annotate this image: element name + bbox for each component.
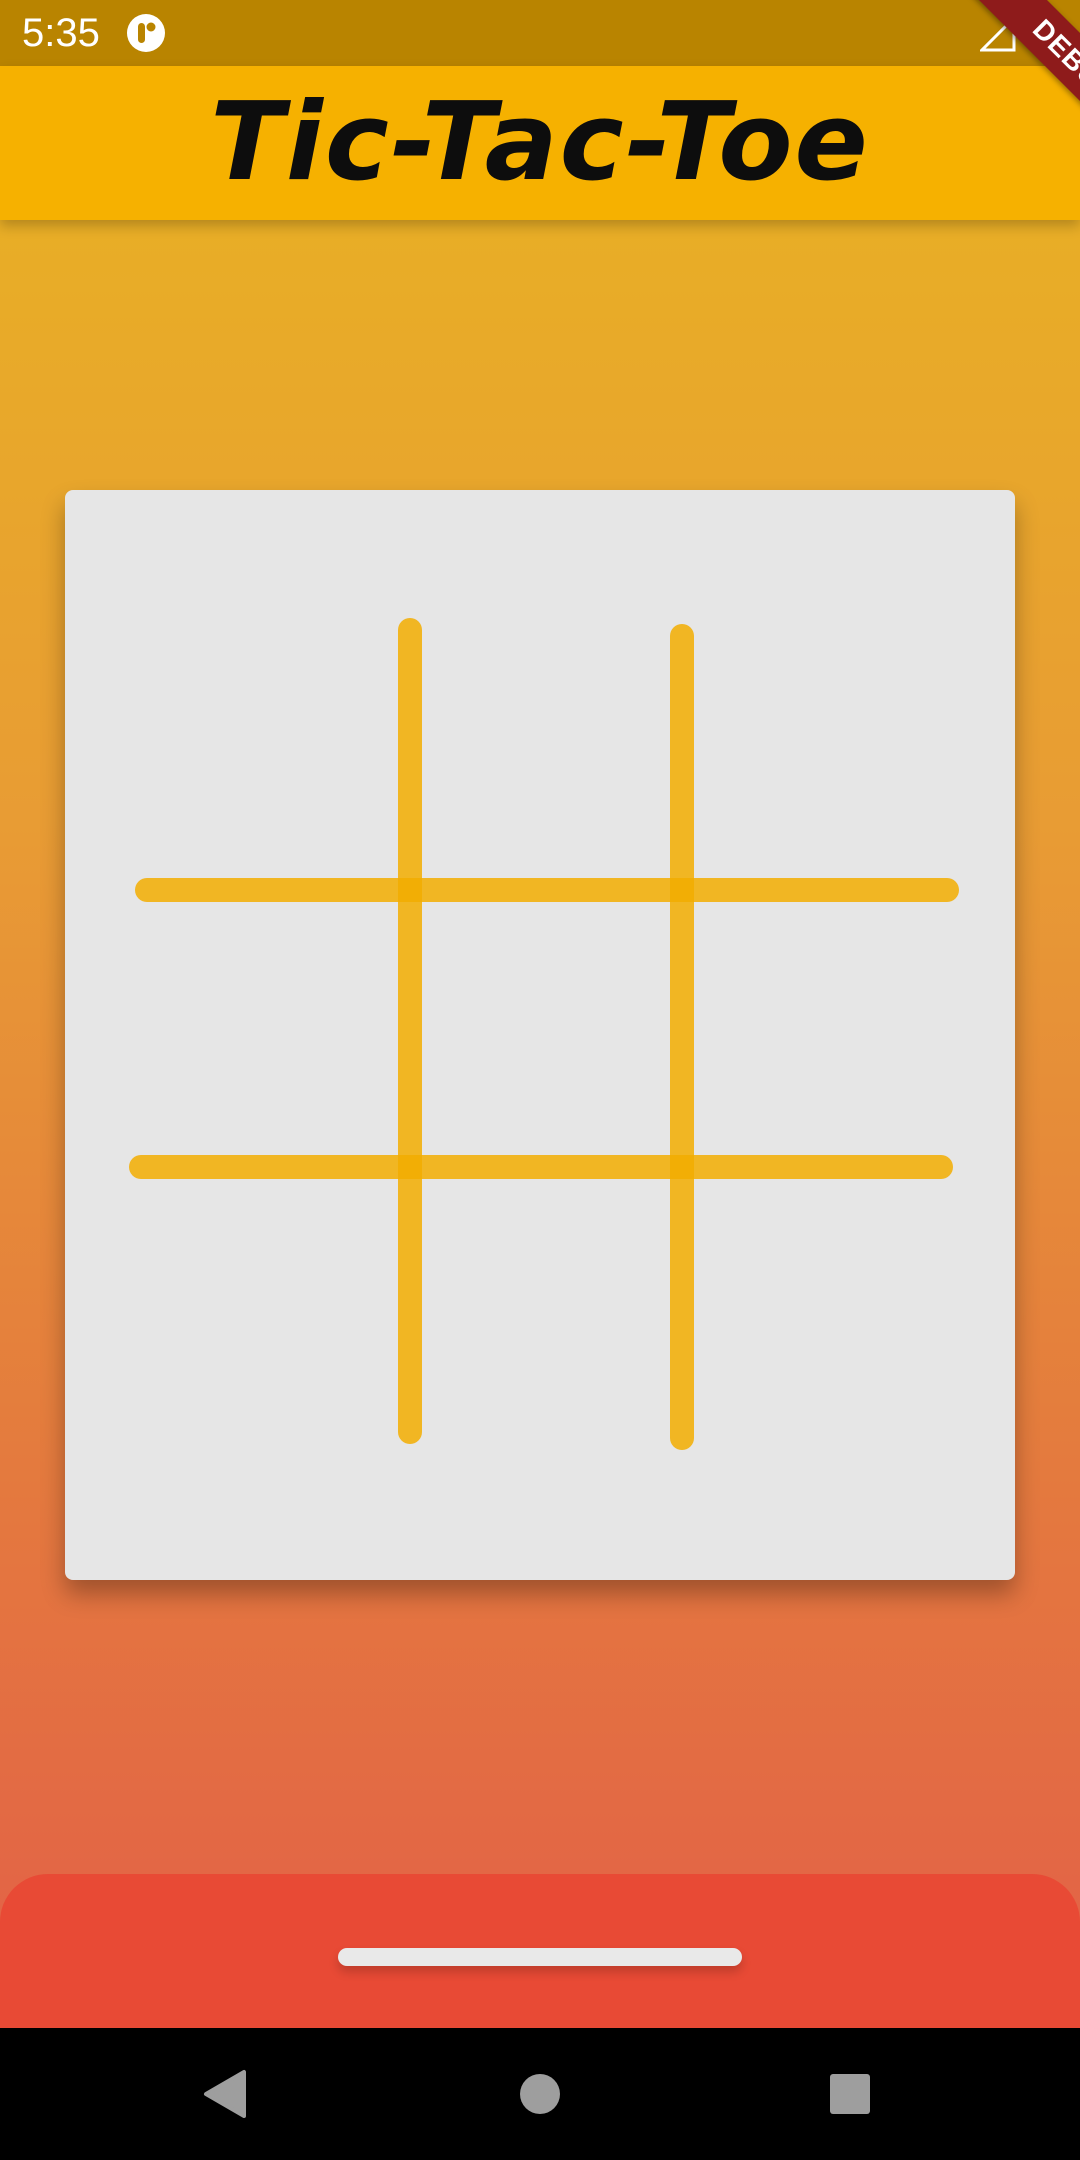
recents-icon[interactable] [808, 2052, 892, 2136]
board-cell-area[interactable] [682, 890, 955, 1167]
board-cell-area[interactable] [410, 1167, 682, 1438]
board-grid [129, 618, 959, 1450]
debug-label: DEBUG [1026, 13, 1080, 111]
board-cell[interactable] [135, 890, 410, 1167]
debug-ribbon-band: DEBUG [951, 0, 1080, 180]
drag-handle[interactable] [338, 1948, 742, 1966]
app-screen: 5:35 Tic-Tac-Toe DEBUG [0, 0, 1080, 2160]
board-cells [135, 630, 955, 1438]
board-cell[interactable] [135, 1167, 410, 1438]
home-icon[interactable] [498, 2052, 582, 2136]
board-cell-area[interactable] [135, 1167, 410, 1438]
board-cell[interactable] [410, 630, 682, 890]
board-cell[interactable] [682, 890, 955, 1167]
board-cell[interactable] [682, 1167, 955, 1438]
bottom-sheet[interactable] [0, 1874, 1080, 2034]
board-cell[interactable] [135, 630, 410, 890]
board-cell[interactable] [682, 630, 955, 890]
status-time: 5:35 [22, 11, 100, 55]
board-cell-area[interactable] [410, 890, 682, 1167]
board-cell-area[interactable] [135, 630, 410, 890]
board-cell-area[interactable] [682, 630, 955, 890]
game-board [65, 490, 1015, 1580]
board-cell-area[interactable] [135, 890, 410, 1167]
board-cell[interactable] [410, 1167, 682, 1438]
debug-banner: DEBUG [900, 0, 1080, 180]
navigation-bar [0, 2028, 1080, 2160]
board-cell-area[interactable] [682, 1167, 955, 1438]
board-cell-area[interactable] [410, 630, 682, 890]
board-cell[interactable] [410, 890, 682, 1167]
notification-app-icon [127, 14, 165, 52]
back-icon[interactable] [184, 2052, 268, 2136]
